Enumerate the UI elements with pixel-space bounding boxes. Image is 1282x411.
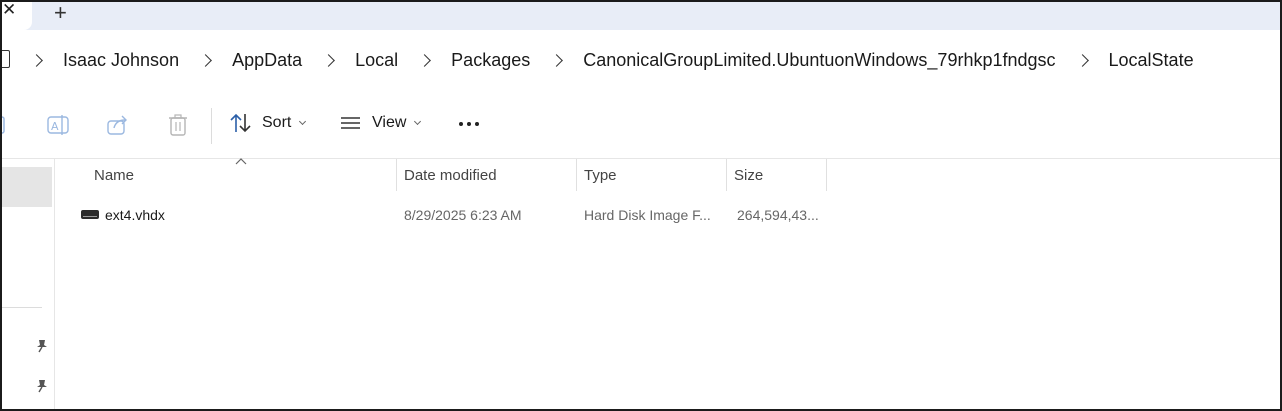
more-icon-dot: [467, 122, 471, 126]
more-icon-dot: [459, 122, 463, 126]
file-explorer-window: ✕ + Isaac Johnson AppData Local Packages…: [0, 0, 1282, 411]
chevron-down-icon: [299, 117, 307, 126]
hard-disk-image-icon: [81, 210, 99, 219]
svg-text:A: A: [51, 120, 59, 133]
column-header-type[interactable]: Type: [576, 159, 726, 191]
rename-icon[interactable]: A: [47, 114, 69, 136]
new-tab-button[interactable]: +: [54, 2, 67, 26]
view-button[interactable]: View: [340, 112, 422, 134]
breadcrumb-item-package[interactable]: CanonicalGroupLimited.UbuntuonWindows_79…: [583, 50, 1055, 71]
file-row[interactable]: ext4.vhdx 8/29/2025 6:23 AM Hard Disk Im…: [75, 203, 835, 227]
toolbar-divider: [211, 108, 212, 144]
tab-strip: ✕ +: [2, 2, 1280, 30]
column-header-size-label: Size: [734, 166, 764, 184]
nav-item-selected[interactable]: [2, 167, 52, 207]
pin-icon[interactable]: [35, 379, 49, 393]
breadcrumb: Isaac Johnson AppData Local Packages Can…: [30, 49, 1216, 71]
chevron-right-icon[interactable]: [550, 53, 564, 67]
chevron-down-icon: [414, 117, 422, 126]
file-type: Hard Disk Image F...: [584, 207, 711, 223]
chevron-right-icon[interactable]: [1075, 53, 1089, 67]
file-list: Name Date modified Type Size ext4.vhdx 8…: [55, 158, 1280, 409]
pin-icon[interactable]: [35, 339, 49, 353]
view-label: View: [372, 114, 407, 131]
file-size: 264,594,43...: [737, 207, 819, 223]
chevron-right-icon[interactable]: [30, 53, 43, 67]
chevron-right-icon[interactable]: [199, 53, 212, 67]
sort-button[interactable]: Sort: [230, 112, 307, 134]
this-pc-icon[interactable]: [2, 50, 10, 68]
column-header-name[interactable]: Name: [86, 159, 396, 191]
chevron-right-icon[interactable]: [322, 53, 336, 67]
active-tab[interactable]: ✕: [2, 2, 32, 30]
breadcrumb-item-user[interactable]: Isaac Johnson: [63, 50, 179, 71]
breadcrumb-item-appdata[interactable]: AppData: [232, 50, 302, 71]
column-header-size[interactable]: Size: [726, 159, 826, 191]
view-icon: [341, 117, 360, 129]
column-header-date-label: Date modified: [404, 166, 497, 184]
file-name: ext4.vhdx: [105, 207, 165, 223]
breadcrumb-item-packages[interactable]: Packages: [451, 50, 530, 71]
column-header-date[interactable]: Date modified: [396, 159, 576, 191]
column-header-type-label: Type: [584, 166, 617, 184]
breadcrumb-item-local[interactable]: Local: [355, 50, 398, 71]
breadcrumb-item-localstate[interactable]: LocalState: [1109, 50, 1194, 71]
sort-icon: [230, 113, 251, 133]
file-date-modified: 8/29/2025 6:23 AM: [404, 207, 522, 223]
more-icon-dot: [475, 122, 479, 126]
command-bar: A Sort View: [2, 92, 1280, 159]
navigation-pane: [2, 159, 55, 409]
close-tab-icon[interactable]: ✕: [2, 2, 16, 20]
delete-icon[interactable]: [168, 114, 188, 136]
share-icon[interactable]: [107, 114, 129, 136]
column-divider[interactable]: [826, 159, 827, 191]
more-options-button[interactable]: [459, 122, 479, 126]
column-header-name-label: Name: [94, 166, 135, 184]
paste-icon[interactable]: [0, 114, 8, 136]
nav-separator: [2, 307, 42, 308]
chevron-right-icon[interactable]: [418, 53, 432, 67]
sort-label: Sort: [262, 114, 292, 131]
